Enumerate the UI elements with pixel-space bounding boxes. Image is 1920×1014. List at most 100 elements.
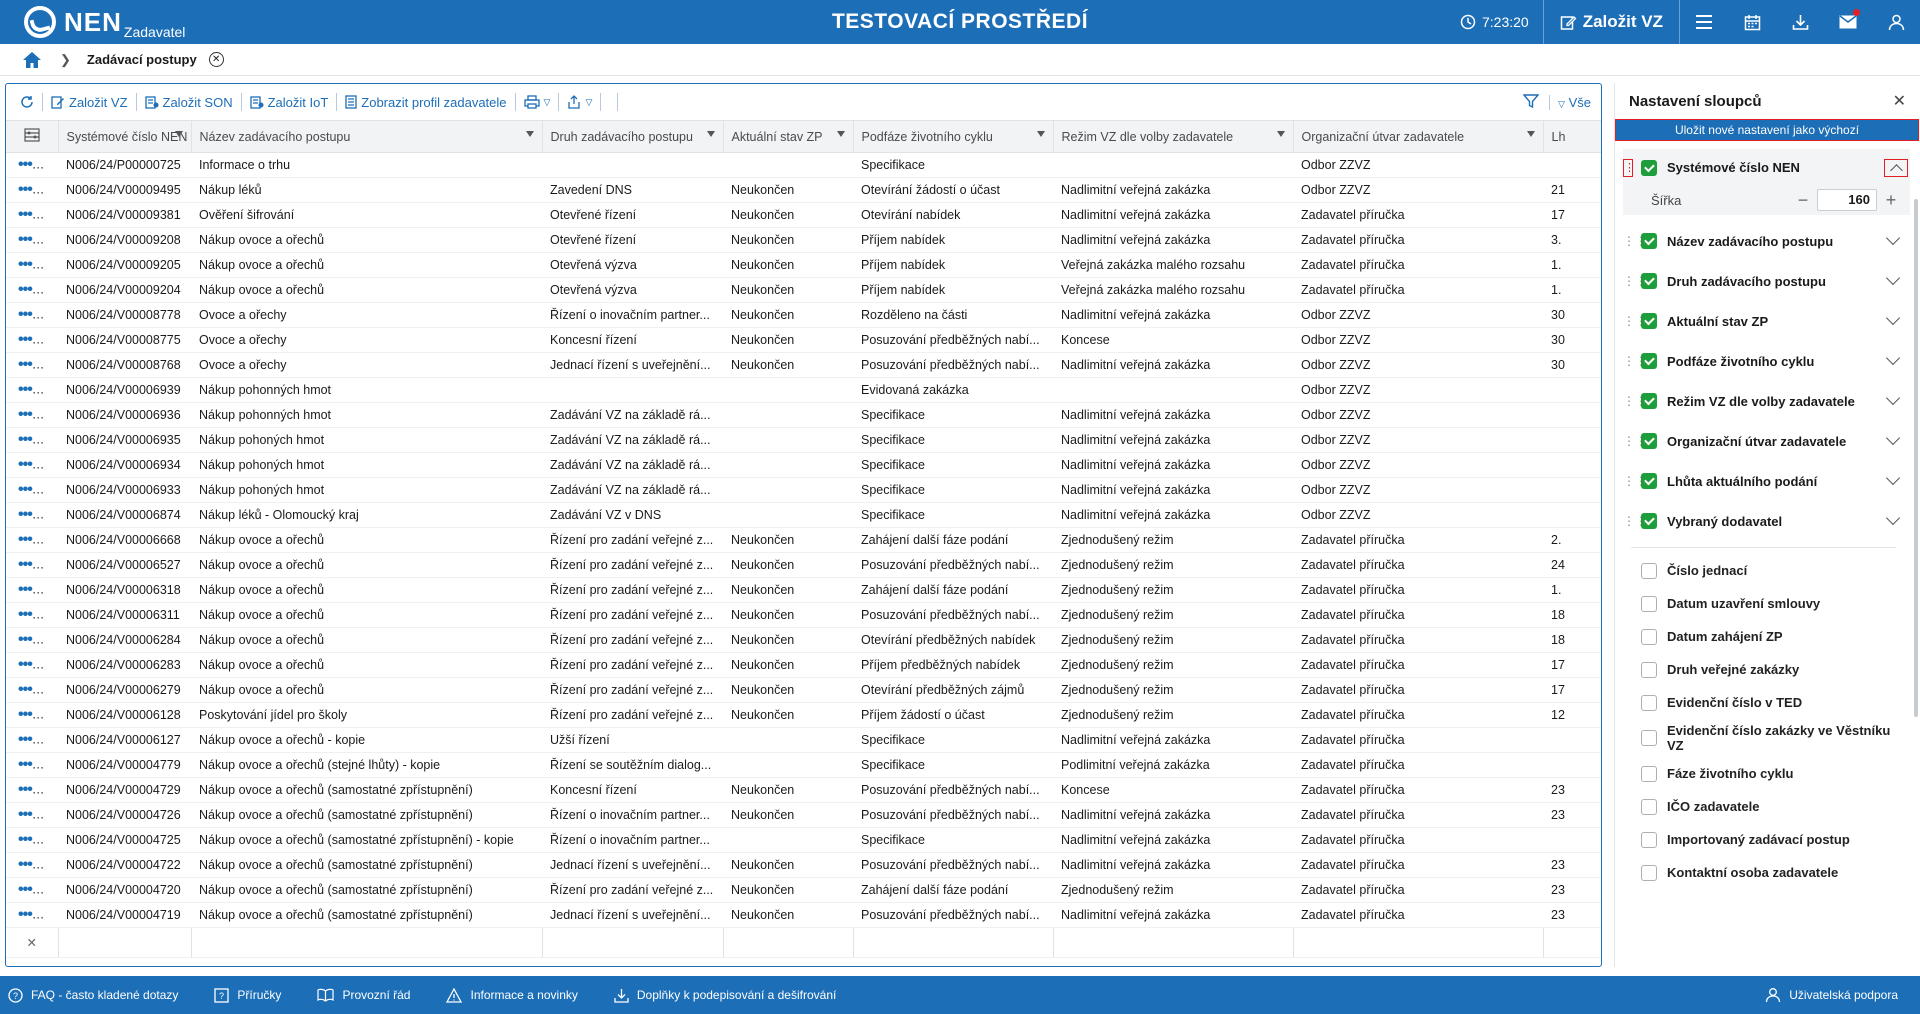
menu-button[interactable] (1680, 0, 1728, 44)
column-checkbox[interactable] (1641, 661, 1657, 678)
more-actions-icon[interactable]: ••• (18, 781, 33, 798)
messages-button[interactable] (1824, 0, 1872, 44)
width-decrease-button[interactable]: − (1789, 190, 1817, 211)
column-checkbox[interactable] (1641, 798, 1657, 815)
table-row[interactable]: ••• i N006/24/V00006127 Nákup ovoce a ořech… (6, 727, 1601, 753)
column-checkbox[interactable] (1641, 353, 1657, 369)
more-actions-icon[interactable]: ••• (18, 556, 33, 573)
column-settings-header[interactable] (6, 120, 59, 153)
more-actions-icon[interactable]: ••• (18, 856, 33, 873)
more-actions-icon[interactable]: ••• (18, 456, 33, 473)
column-checkbox[interactable] (1641, 473, 1657, 489)
filter-cell[interactable] (1053, 927, 1294, 958)
close-icon[interactable]: ✕ (1893, 91, 1906, 111)
more-actions-icon[interactable]: ••• (18, 706, 33, 723)
column-header[interactable]: Lh (1543, 120, 1601, 153)
table-row[interactable]: ••• i N006/24/V00006318 Nákup ovoce a ořech… (6, 577, 1601, 603)
more-actions-icon[interactable]: ••• (18, 331, 33, 348)
more-actions-icon[interactable]: ••• (18, 731, 33, 748)
chevron-down-icon[interactable] (1885, 430, 1901, 446)
column-checkbox[interactable] (1641, 628, 1657, 645)
filter-cell[interactable] (853, 927, 1054, 958)
table-row[interactable]: ••• i N006/24/V00006283 Nákup ovoce a ořech… (6, 652, 1601, 678)
column-option[interactable]: Fáze životního cyklu (1623, 757, 1910, 790)
column-checkbox[interactable] (1641, 562, 1657, 579)
column-header[interactable]: Režim VZ dle volby zadavatele (1053, 120, 1294, 153)
table-row[interactable]: ••• i N006/24/V00006933 Nákup pohoných hmot… (6, 477, 1601, 503)
column-option[interactable]: ⋮⋮ Vybraný dodavatel (1623, 501, 1910, 541)
table-row[interactable]: ••• i N006/24/V00006935 Nákup pohoných hmot… (6, 427, 1601, 453)
column-header[interactable]: Podfáze životního cyklu (853, 120, 1054, 153)
column-option[interactable]: ⋮⋮ Druh zadávacího postupu (1623, 261, 1910, 301)
column-checkbox[interactable] (1641, 313, 1657, 329)
column-option[interactable]: ⋮⋮ Název zadávacího postupu (1623, 221, 1910, 261)
column-option[interactable]: ⋮⋮ Aktuální stav ZP (1623, 301, 1910, 341)
filter-cell[interactable] (723, 927, 854, 958)
table-row[interactable]: ••• i N006/24/V00009381 Ověření šifrování Ot… (6, 202, 1601, 228)
column-option[interactable]: IČO zadavatele (1623, 790, 1910, 823)
table-row[interactable]: ••• i N006/24/V00004722 Nákup ovoce a ořech… (6, 852, 1601, 878)
chevron-down-icon[interactable] (1885, 470, 1901, 486)
footer-faq-link[interactable]: ? FAQ - často kladené dotazy (0, 987, 196, 1003)
table-row[interactable]: ••• i N006/24/V00009208 Nákup ovoce a ořech… (6, 227, 1601, 253)
user-button[interactable] (1872, 0, 1920, 44)
more-actions-icon[interactable]: ••• (18, 881, 33, 898)
table-row[interactable]: ••• i N006/24/V00008778 Ovoce a ořechy Řízen… (6, 302, 1601, 328)
more-actions-icon[interactable]: ••• (18, 506, 33, 523)
print-tool[interactable]: ▽ (516, 93, 560, 111)
footer-plugins-link[interactable]: Doplňky k podepisování a dešifrování (606, 988, 854, 1003)
column-option[interactable]: Datum zahájení ZP (1623, 620, 1910, 653)
footer-news-link[interactable]: Informace a novinky (438, 987, 595, 1003)
column-option[interactable]: ⋮⋮ Lhůta aktuálního podání (1623, 461, 1910, 501)
drag-handle-icon[interactable]: ⋮⋮ (1623, 395, 1647, 407)
collapse-button[interactable] (1884, 158, 1908, 177)
export-tool[interactable]: ▽ (559, 93, 602, 111)
downloads-button[interactable] (1776, 0, 1824, 44)
table-row[interactable]: ••• i N006/24/P00000725 Informace o trhu Spe… (6, 152, 1601, 178)
column-checkbox[interactable] (1641, 864, 1657, 881)
column-checkbox[interactable] (1641, 159, 1657, 176)
table-row[interactable]: ••• i N006/24/V00006668 Nákup ovoce a ořech… (6, 527, 1601, 553)
chevron-down-icon[interactable] (1885, 350, 1901, 366)
create-vz-button[interactable]: Založit VZ (1544, 0, 1680, 44)
column-option[interactable]: Datum uzavření smlouvy (1623, 587, 1910, 620)
more-actions-icon[interactable]: ••• (18, 231, 33, 248)
more-actions-icon[interactable]: ••• (18, 156, 33, 173)
table-row[interactable]: ••• i N006/24/V00009495 Nákup léků Zavedení … (6, 177, 1601, 203)
column-option-expanded[interactable]: ⋮ Systémové číslo NEN (1623, 149, 1910, 185)
more-actions-icon[interactable]: ••• (18, 756, 33, 773)
footer-support-link[interactable]: Uživatelská podpora (1765, 987, 1898, 1003)
table-row[interactable]: ••• i N006/24/V00008768 Ovoce a ořechy Jedna… (6, 352, 1601, 378)
table-row[interactable]: ••• i N006/24/V00008775 Ovoce a ořechy Konce… (6, 327, 1601, 353)
chevron-down-icon[interactable] (1885, 310, 1901, 326)
table-row[interactable]: ••• i N006/24/V00006311 Nákup ovoce a ořech… (6, 602, 1601, 628)
table-row[interactable]: ••• i N006/24/V00006874 Nákup léků - Olomou… (6, 502, 1601, 528)
table-row[interactable]: ••• i N006/24/V00006936 Nákup pohonných hmo… (6, 402, 1601, 428)
chevron-down-icon[interactable] (1885, 270, 1901, 286)
table-row[interactable]: ••• i N006/24/V00004720 Nákup ovoce a ořech… (6, 877, 1601, 903)
more-actions-icon[interactable]: ••• (18, 381, 33, 398)
column-option[interactable]: Importovaný zadávací postup (1623, 823, 1910, 856)
more-actions-icon[interactable]: ••• (18, 631, 33, 648)
more-actions-icon[interactable]: ••• (18, 181, 33, 198)
table-row[interactable]: ••• i N006/24/V00006934 Nákup pohoných hmot… (6, 452, 1601, 478)
column-option[interactable]: Evidenční číslo zakázky ve Věstníku VZ (1623, 719, 1910, 757)
chevron-down-icon[interactable] (1885, 390, 1901, 406)
drag-handle-icon[interactable]: ⋮ (1623, 158, 1635, 177)
width-increase-button[interactable]: + (1877, 190, 1905, 211)
filter-cell[interactable] (58, 927, 192, 958)
create-son-tool[interactable]: Založit SON (137, 93, 242, 111)
column-checkbox[interactable] (1641, 273, 1657, 289)
column-option[interactable]: ⋮⋮ Organizační útvar zadavatele (1623, 421, 1910, 461)
filter-cell[interactable] (191, 927, 543, 958)
column-option[interactable]: Číslo jednací (1623, 554, 1910, 587)
column-checkbox[interactable] (1641, 513, 1657, 529)
column-option[interactable]: ⋮⋮ Režim VZ dle volby zadavatele (1623, 381, 1910, 421)
more-actions-icon[interactable]: ••• (18, 831, 33, 848)
more-actions-icon[interactable]: ••• (18, 606, 33, 623)
drag-handle-icon[interactable]: ⋮⋮ (1623, 355, 1647, 367)
column-checkbox[interactable] (1641, 433, 1657, 449)
column-checkbox[interactable] (1641, 730, 1657, 746)
create-iot-tool[interactable]: Založit IoT (242, 93, 338, 111)
more-actions-icon[interactable]: ••• (18, 681, 33, 698)
